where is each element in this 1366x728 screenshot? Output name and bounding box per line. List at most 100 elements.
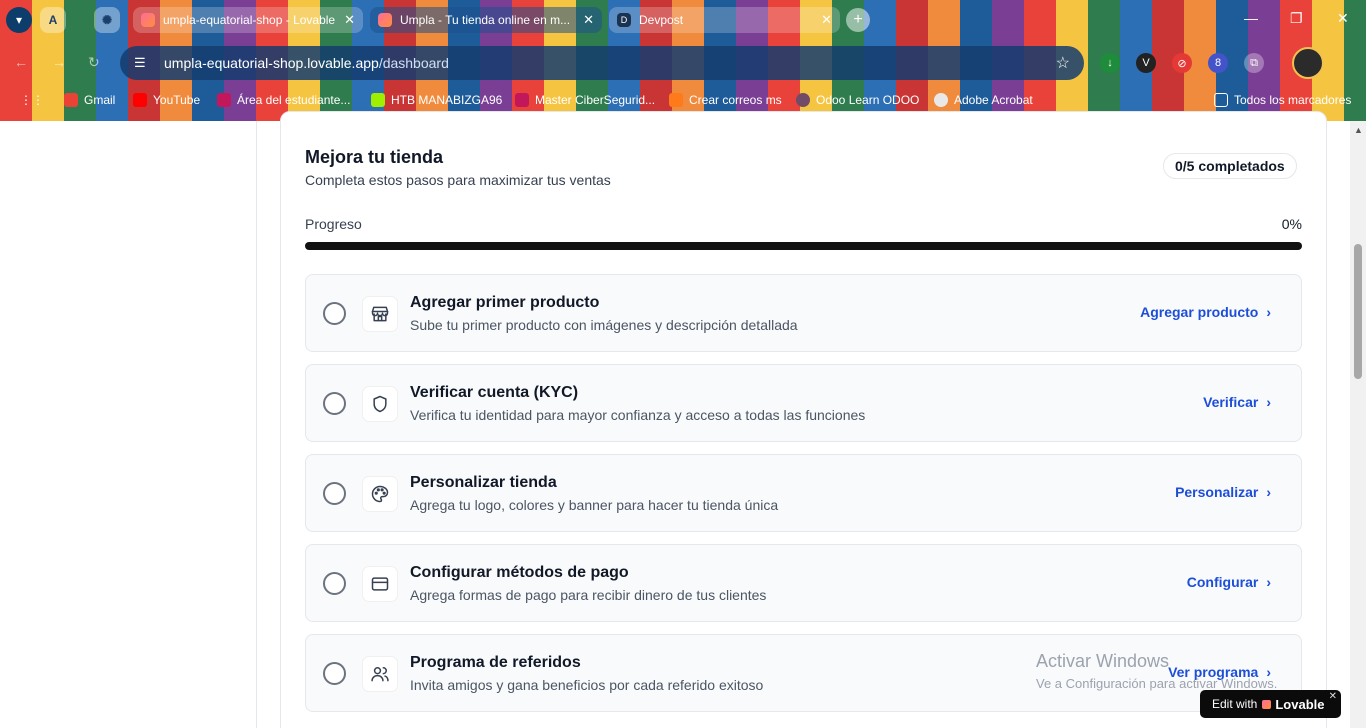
bookmark-label: Área del estudiante... xyxy=(237,93,351,107)
step-checkbox[interactable] xyxy=(323,662,346,685)
chevron-right-icon: › xyxy=(1266,574,1271,590)
bookmark-gmail[interactable]: Gmail xyxy=(64,93,115,107)
step-payment-methods: Configurar métodos de pago Agrega formas… xyxy=(305,544,1302,622)
bookmark-label: Odoo Learn ODOO xyxy=(816,93,920,107)
step-checkbox[interactable] xyxy=(323,392,346,415)
view-program-link[interactable]: Ver programa › xyxy=(1168,664,1271,680)
tab-search-button[interactable]: ▾ xyxy=(6,7,32,33)
bookmark-crear-correos[interactable]: Crear correos ms xyxy=(669,93,782,107)
url-host: umpla-equatorial-shop.lovable.app xyxy=(164,55,379,71)
odoo-icon xyxy=(796,93,810,107)
htb-icon xyxy=(371,93,385,107)
browser-toolbar: ← → ↻ ☰ umpla-equatorial-shop.lovable.ap… xyxy=(0,40,1366,86)
step-referral-program: Programa de referidos Invita amigos y ga… xyxy=(305,634,1302,712)
step-checkbox[interactable] xyxy=(323,572,346,595)
step-description: Invita amigos y gana beneficios por cada… xyxy=(410,677,764,693)
youtube-icon xyxy=(133,93,147,107)
bookmark-label: HTB MANABIZGA96 xyxy=(391,93,503,107)
pinned-tab-openai[interactable]: ✺ xyxy=(94,7,120,33)
scrollbar-thumb[interactable] xyxy=(1354,244,1362,379)
palette-icon xyxy=(362,476,398,512)
customize-link[interactable]: Personalizar › xyxy=(1175,484,1271,500)
edit-with-lovable-badge[interactable]: Edit with Lovable ✕ xyxy=(1200,690,1341,718)
step-description: Agrega formas de pago para recibir diner… xyxy=(410,587,767,603)
block-extension-icon[interactable]: ⊘ xyxy=(1172,53,1192,73)
forward-icon[interactable]: → xyxy=(52,54,66,70)
url-text[interactable]: umpla-equatorial-shop.lovable.app/dashbo… xyxy=(164,55,1056,71)
close-tab-icon[interactable]: ✕ xyxy=(344,12,355,28)
verify-link[interactable]: Verificar › xyxy=(1203,394,1271,410)
dashboard-sidebar xyxy=(0,121,257,728)
step-checkbox[interactable] xyxy=(323,482,346,505)
page-scrollbar[interactable]: ▲ xyxy=(1350,121,1366,728)
vd-extension-icon[interactable]: V xyxy=(1136,53,1156,73)
gmail-icon xyxy=(64,93,78,107)
step-title: Agregar primer producto xyxy=(410,294,600,311)
step-description: Verifica tu identidad para mayor confian… xyxy=(410,407,866,423)
step-description: Agrega tu logo, colores y banner para ha… xyxy=(410,497,779,513)
profile-avatar[interactable] xyxy=(1292,47,1324,79)
bookmark-adobe-acrobat[interactable]: Adobe Acrobat xyxy=(934,93,1033,107)
step-action-label: Personalizar xyxy=(1175,484,1259,500)
site-settings-icon[interactable]: ☰ xyxy=(134,55,156,71)
back-icon[interactable]: ← xyxy=(14,54,28,70)
bookmark-odoo[interactable]: Odoo Learn ODOO xyxy=(796,93,919,107)
chevron-right-icon: › xyxy=(1266,394,1271,410)
bookmark-htb[interactable]: HTB MANABIZGA96 xyxy=(371,93,502,107)
apps-grid-icon[interactable]: ⋮⋮ xyxy=(20,93,44,107)
configure-link[interactable]: Configurar › xyxy=(1187,574,1271,590)
bookmark-label: Master CiberSegurid... xyxy=(535,93,656,107)
restore-icon[interactable]: ❐ xyxy=(1290,10,1303,27)
lovable-favicon-icon xyxy=(378,13,392,27)
extension-with-badge-icon[interactable]: 8 xyxy=(1208,53,1228,73)
users-icon xyxy=(362,656,398,692)
imf-icon xyxy=(217,93,231,107)
all-bookmarks-folder[interactable]: Todos los marcadores xyxy=(1214,93,1351,107)
checklist-title: Mejora tu tienda xyxy=(305,147,444,167)
minimize-icon[interactable]: — xyxy=(1244,10,1258,26)
step-add-product: Agregar primer producto Sube tu primer p… xyxy=(305,274,1302,352)
link-icon xyxy=(669,93,683,107)
close-window-icon[interactable]: ✕ xyxy=(1337,10,1349,27)
reload-icon[interactable]: ↻ xyxy=(88,54,100,71)
step-action-label: Verificar xyxy=(1203,394,1259,410)
imf-icon xyxy=(515,93,529,107)
url-path: /dashboard xyxy=(378,55,449,71)
add-product-link[interactable]: Agregar producto › xyxy=(1140,304,1271,320)
bookmark-label: Todos los marcadores xyxy=(1234,93,1352,107)
step-checkbox[interactable] xyxy=(323,302,346,325)
browser-chrome: ▾ A ✺ umpla-equatorial-shop - Lovable ✕ … xyxy=(0,0,1366,121)
step-action-label: Configurar xyxy=(1186,574,1259,590)
shield-icon xyxy=(362,386,398,422)
badge-prefix: Edit with xyxy=(1212,697,1258,711)
bookmark-youtube[interactable]: YouTube xyxy=(133,93,200,107)
download-extension-icon[interactable]: ↓ xyxy=(1100,53,1120,73)
bookmark-label: Adobe Acrobat xyxy=(954,93,1033,107)
progress-bar xyxy=(305,242,1302,250)
credit-card-icon xyxy=(362,566,398,602)
new-tab-button[interactable]: + xyxy=(846,8,870,32)
tab-devpost[interactable]: D Devpost ✕ xyxy=(609,7,840,33)
badge-brand: Lovable xyxy=(1275,696,1325,712)
completion-badge: 0/5 completados xyxy=(1163,153,1297,179)
tab-title: Devpost xyxy=(639,13,684,27)
address-bar[interactable]: ☰ umpla-equatorial-shop.lovable.app/dash… xyxy=(120,46,1084,80)
close-tab-icon[interactable]: ✕ xyxy=(583,12,594,28)
bookmark-star-icon[interactable]: ☆ xyxy=(1056,53,1070,73)
close-badge-icon[interactable]: ✕ xyxy=(1329,691,1337,702)
tab-title: umpla-equatorial-shop - Lovable xyxy=(163,13,336,27)
bookmark-label: Gmail xyxy=(84,93,116,107)
tab-title: Umpla - Tu tienda online en m... xyxy=(400,13,571,27)
store-icon xyxy=(362,296,398,332)
checklist-subtitle: Completa estos pasos para maximizar tus … xyxy=(305,172,611,188)
tab-umpla-active[interactable]: Umpla - Tu tienda online en m... ✕ xyxy=(370,7,602,33)
bookmark-master-ciberseguridad[interactable]: Master CiberSegurid... xyxy=(515,93,655,107)
scroll-up-arrow-icon[interactable]: ▲ xyxy=(1354,125,1363,135)
extensions-puzzle-icon[interactable]: ⧉ xyxy=(1244,53,1264,73)
bookmark-area-estudiante[interactable]: Área del estudiante... xyxy=(217,93,350,107)
lovable-logo-icon xyxy=(1262,699,1272,709)
chevron-right-icon: › xyxy=(1266,304,1271,320)
close-tab-icon[interactable]: ✕ xyxy=(821,12,832,28)
pinned-tab-translate[interactable]: A xyxy=(40,7,66,33)
tab-lovable-editor[interactable]: umpla-equatorial-shop - Lovable ✕ xyxy=(133,7,363,33)
